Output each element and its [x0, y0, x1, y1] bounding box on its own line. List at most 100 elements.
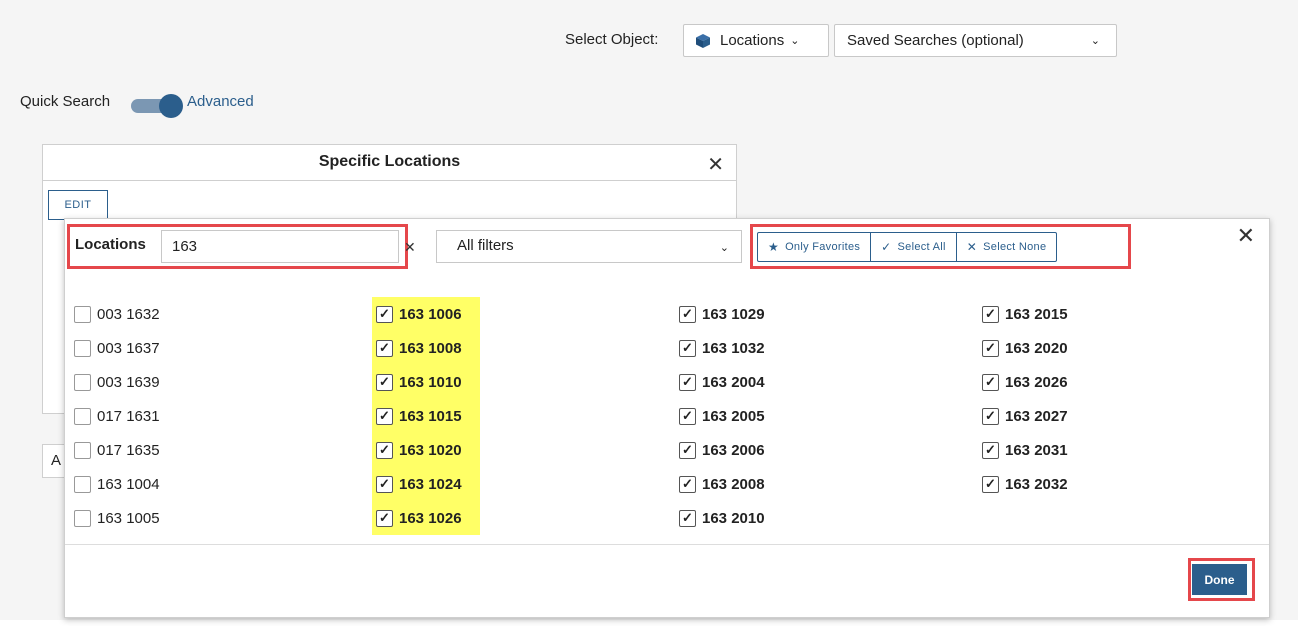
checkbox-checked[interactable]: ✓ — [982, 305, 999, 323]
location-option-label: 163 1006 — [399, 305, 462, 323]
checkbox-checked[interactable]: ✓ — [982, 441, 999, 459]
location-option[interactable]: ✓ 163 1006 — [372, 297, 480, 331]
location-option[interactable]: 163 1004 — [70, 467, 320, 501]
location-option[interactable]: ✓ 163 1008 — [372, 331, 480, 365]
location-option[interactable]: ✓ 163 2010 — [675, 501, 925, 535]
location-option-label: 163 2004 — [702, 373, 765, 391]
location-option-label: 163 1024 — [399, 475, 462, 493]
location-option[interactable]: ✓ 163 2027 — [978, 399, 1228, 433]
location-option[interactable]: ✓ 163 1015 — [372, 399, 480, 433]
location-option-label: 163 2032 — [1005, 475, 1068, 493]
select-object-label: Select Object: — [565, 31, 659, 48]
checkbox[interactable] — [74, 305, 91, 323]
location-option[interactable]: ✓ 163 2005 — [675, 399, 925, 433]
checkbox[interactable] — [74, 441, 91, 459]
saved-searches-select[interactable]: Saved Searches (optional) ⌄ — [834, 24, 1117, 57]
only-favorites-button[interactable]: ★ Only Favorites — [758, 233, 870, 261]
done-button[interactable]: Done — [1192, 564, 1247, 595]
saved-searches-value: Saved Searches (optional) — [847, 32, 1024, 49]
location-option[interactable]: ✓ 163 2031 — [978, 433, 1228, 467]
checkbox-checked[interactable]: ✓ — [679, 509, 696, 527]
location-option-label: 163 1020 — [399, 441, 462, 459]
location-option[interactable]: ✓ 163 2008 — [675, 467, 925, 501]
select-all-label: Select All — [897, 241, 946, 253]
checkbox-checked[interactable]: ✓ — [982, 407, 999, 425]
location-option[interactable]: ✓ 163 2004 — [675, 365, 925, 399]
location-option-label: 163 2008 — [702, 475, 765, 493]
check-icon: ✓ — [881, 240, 892, 254]
location-option-label: 163 1015 — [399, 407, 462, 425]
checkbox-checked[interactable]: ✓ — [376, 509, 393, 527]
checkbox[interactable] — [74, 339, 91, 357]
checkbox-checked[interactable]: ✓ — [982, 475, 999, 493]
checkbox-checked[interactable]: ✓ — [679, 339, 696, 357]
filters-select[interactable]: All filters ⌄ — [436, 230, 742, 263]
object-select[interactable]: Locations ⌄ — [683, 24, 829, 57]
location-option[interactable]: ✓ 163 2020 — [978, 331, 1228, 365]
location-option[interactable]: ✓ 163 1010 — [372, 365, 480, 399]
locations-label: Locations — [75, 236, 146, 253]
checkbox-checked[interactable]: ✓ — [679, 441, 696, 459]
location-option[interactable]: 163 1005 — [70, 501, 320, 535]
checkbox[interactable] — [74, 475, 91, 493]
checkbox-checked[interactable]: ✓ — [982, 373, 999, 391]
search-mode-toggle[interactable] — [131, 94, 183, 118]
location-picker-modal: ✕ Locations ✕ All filters ⌄ ★ Only Favor… — [64, 218, 1270, 618]
location-option-label: 163 2015 — [1005, 305, 1068, 323]
location-option-label: 003 1639 — [97, 373, 160, 391]
location-option-label: 003 1637 — [97, 339, 160, 357]
chevron-down-icon: ⌄ — [790, 35, 800, 47]
select-none-button[interactable]: ✕ Select None — [955, 233, 1057, 261]
location-column: ✓ 163 2015 ✓ 163 2020 ✓ 163 2026 ✓ 163 2027 ✓ 163… — [978, 297, 1228, 501]
location-option[interactable]: 017 1631 — [70, 399, 320, 433]
close-icon[interactable]: ✕ — [707, 152, 724, 177]
edit-button[interactable]: EDIT — [48, 190, 108, 220]
checkbox-checked[interactable]: ✓ — [376, 305, 393, 323]
location-option[interactable]: 003 1632 — [70, 297, 320, 331]
checkbox-checked[interactable]: ✓ — [376, 407, 393, 425]
star-icon: ★ — [768, 240, 780, 254]
checkbox-checked[interactable]: ✓ — [376, 441, 393, 459]
checkbox-checked[interactable]: ✓ — [679, 475, 696, 493]
location-option[interactable]: ✓ 163 1029 — [675, 297, 925, 331]
checkbox-checked[interactable]: ✓ — [376, 373, 393, 391]
select-all-button[interactable]: ✓ Select All — [870, 233, 956, 261]
checkbox-checked[interactable]: ✓ — [679, 373, 696, 391]
advanced-label[interactable]: Advanced — [187, 93, 254, 110]
location-option[interactable]: 017 1635 — [70, 433, 320, 467]
location-option-label: 163 1004 — [97, 475, 160, 493]
locations-search-input[interactable] — [161, 230, 399, 263]
location-option[interactable]: 003 1639 — [70, 365, 320, 399]
checkbox-checked[interactable]: ✓ — [982, 339, 999, 357]
x-icon: ✕ — [966, 240, 978, 254]
location-option[interactable]: ✓ 163 1026 — [372, 501, 480, 535]
location-option[interactable]: ✓ 163 1024 — [372, 467, 480, 501]
location-option[interactable]: ✓ 163 1020 — [372, 433, 480, 467]
location-option[interactable]: ✓ 163 2015 — [978, 297, 1228, 331]
location-option-label: 163 2010 — [702, 509, 765, 527]
location-option[interactable]: ✓ 163 1032 — [675, 331, 925, 365]
location-option-label: 163 1010 — [399, 373, 462, 391]
select-none-label: Select None — [983, 241, 1047, 253]
close-icon[interactable]: ✕ — [1237, 223, 1255, 249]
location-option[interactable]: ✓ 163 2032 — [978, 467, 1228, 501]
checkbox[interactable] — [74, 407, 91, 425]
location-option-label: 163 2026 — [1005, 373, 1068, 391]
location-option[interactable]: ✓ 163 2006 — [675, 433, 925, 467]
checkbox[interactable] — [74, 509, 91, 527]
location-option-label: 163 2006 — [702, 441, 765, 459]
location-option[interactable]: ✓ 163 2026 — [978, 365, 1228, 399]
panel-header: Specific Locations ✕ — [43, 145, 736, 181]
filters-select-value: All filters — [457, 237, 514, 254]
checkbox[interactable] — [74, 373, 91, 391]
checkbox-checked[interactable]: ✓ — [376, 475, 393, 493]
location-option-label: 163 2020 — [1005, 339, 1068, 357]
location-option[interactable]: 003 1637 — [70, 331, 320, 365]
background-field-fragment: A — [42, 444, 66, 478]
clear-icon[interactable]: ✕ — [404, 239, 416, 256]
location-option-label: 163 1032 — [702, 339, 765, 357]
checkbox-checked[interactable]: ✓ — [679, 305, 696, 323]
checkbox-checked[interactable]: ✓ — [376, 339, 393, 357]
location-column: 003 1632 003 1637 003 1639 017 1631 017 1635… — [70, 297, 320, 535]
checkbox-checked[interactable]: ✓ — [679, 407, 696, 425]
